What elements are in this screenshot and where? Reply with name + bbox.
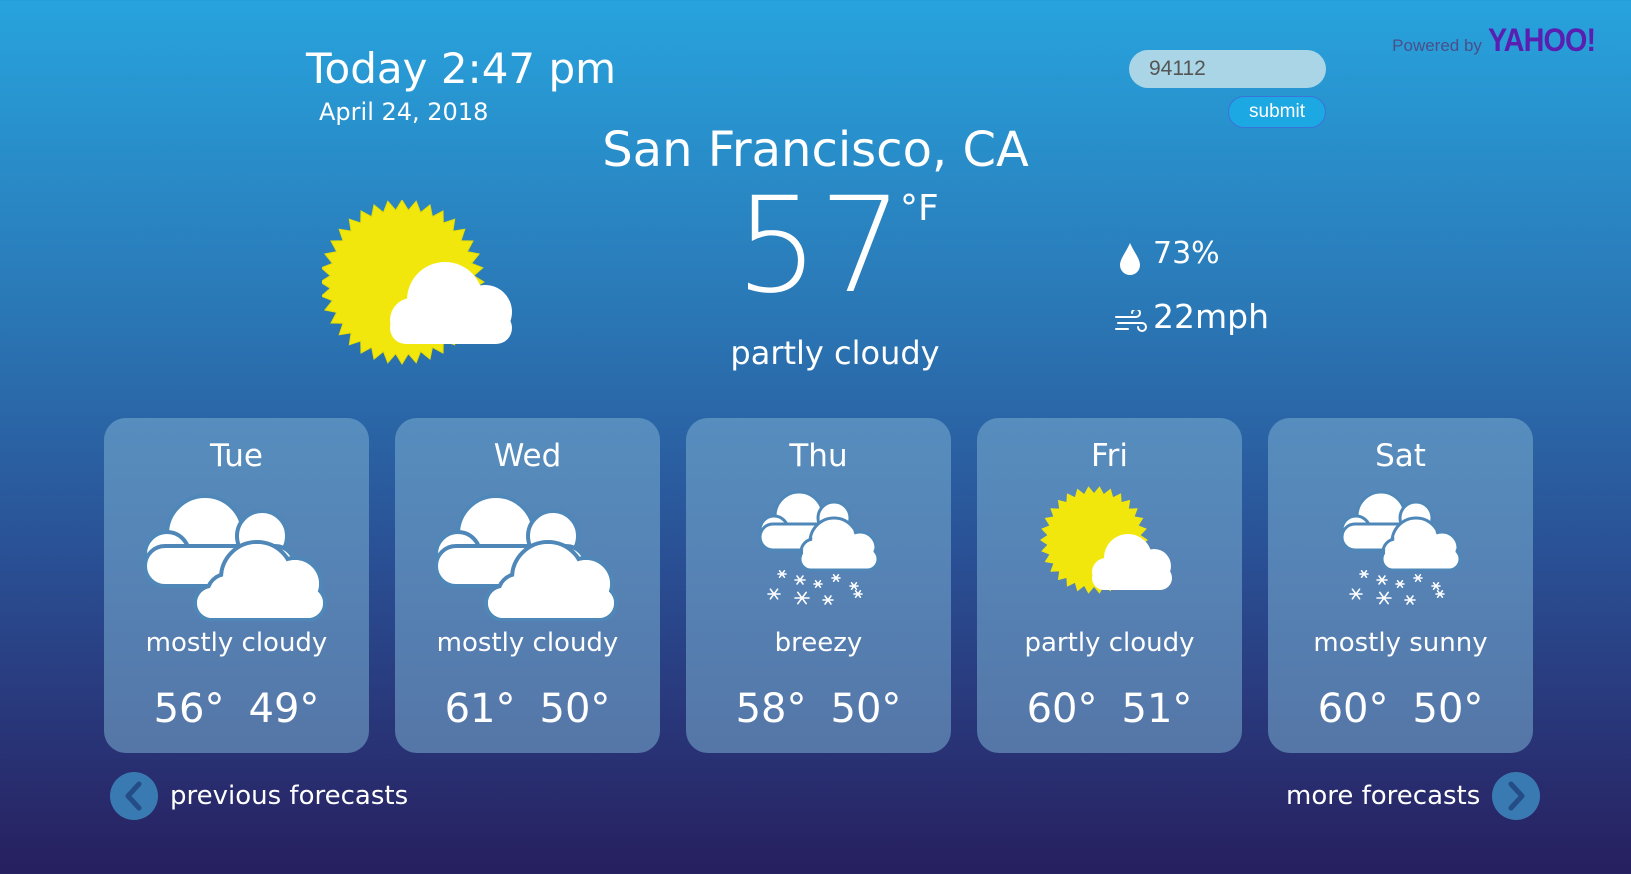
current-condition: partly cloudy (730, 334, 940, 372)
mostly-cloudy-icon (395, 486, 660, 636)
forecast-day: Fri (1091, 438, 1128, 474)
more-forecasts-button[interactable]: more forecasts (1286, 772, 1541, 820)
humidity-value: 73% (1153, 236, 1220, 271)
forecast-temps: 60° 50° (1268, 686, 1533, 732)
yahoo-attribution[interactable]: Powered by YAHOO! (1392, 22, 1607, 59)
forecast-low: 49° (248, 686, 320, 732)
forecast-low: 50° (1412, 686, 1484, 732)
previous-forecasts-label[interactable]: previous forecasts (170, 781, 408, 811)
yahoo-logo: YAHOO! (1487, 22, 1596, 58)
wind-icon (1115, 310, 1147, 332)
forecast-day: Wed (493, 438, 562, 474)
forecast-condition: mostly sunny (1313, 628, 1488, 658)
forecast-high: 60° (1026, 686, 1098, 732)
forecast-card-sat: Sat mostly sunny 60° 50° (1268, 418, 1533, 753)
humidity-icon (1120, 243, 1140, 275)
temperature-unit: °F (900, 188, 939, 229)
forecast-low: 50° (539, 686, 611, 732)
forecast-condition: partly cloudy (1024, 628, 1195, 658)
mostly-cloudy-icon (104, 486, 369, 636)
snow-cloud-icon (1268, 486, 1533, 636)
snow-cloud-icon (686, 486, 951, 636)
current-temperature: 57 (735, 180, 903, 312)
forecast-card-wed: Wed mostly cloudy 61° 50° (395, 418, 660, 753)
forecast-day: Sat (1375, 438, 1426, 474)
forecast-day: Thu (789, 438, 848, 474)
temperature-value: 57 (735, 169, 903, 323)
forecast-temps: 61° 50° (395, 686, 660, 732)
forecast-high: 58° (735, 686, 807, 732)
forecast-card-thu: Thu breezy 58° 50° (686, 418, 951, 753)
forecast-low: 50° (830, 686, 902, 732)
forecast-condition: mostly cloudy (436, 628, 619, 658)
forecast-temps: 60° 51° (977, 686, 1242, 732)
chevron-right-icon[interactable] (1492, 772, 1541, 820)
chevron-left-icon[interactable] (110, 772, 158, 820)
partly-cloudy-icon (977, 486, 1242, 636)
forecast-day: Tue (210, 438, 263, 474)
forecast-high: 60° (1317, 686, 1389, 732)
forecast-low: 51° (1121, 686, 1193, 732)
zip-code-input[interactable] (1129, 50, 1326, 88)
wind-value: 22mph (1153, 297, 1269, 336)
previous-forecasts-button[interactable]: previous forecasts (110, 772, 408, 820)
forecast-condition: mostly cloudy (145, 628, 328, 658)
forecast-temps: 58° 50° (686, 686, 951, 732)
powered-by-label: Powered by (1392, 36, 1482, 55)
current-time: Today 2:47 pm (306, 44, 617, 93)
forecast-condition: breezy (774, 628, 863, 658)
more-forecasts-label[interactable]: more forecasts (1286, 781, 1480, 811)
forecast-high: 61° (444, 686, 516, 732)
forecast-high: 56° (153, 686, 225, 732)
forecast-card-fri: Fri partly cloudy 60° 51° (977, 418, 1242, 753)
forecast-temps: 56° 49° (104, 686, 369, 732)
forecast-card-tue: Tue mostly cloudy 56° 49° (104, 418, 369, 753)
